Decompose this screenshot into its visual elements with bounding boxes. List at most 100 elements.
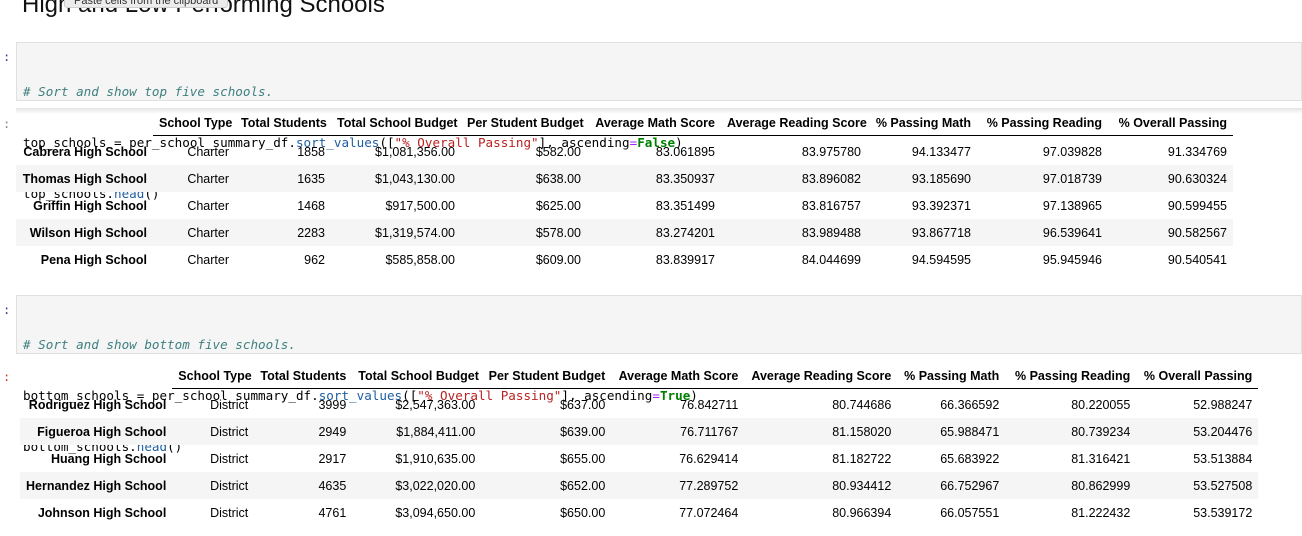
table-row: Griffin High School Charter 1468 $917,500.0… bbox=[16, 192, 1233, 219]
table-row: Figueroa High School District 2949 $1,884,4… bbox=[20, 418, 1259, 445]
table-cell: 83.350937 bbox=[655, 171, 715, 186]
table-cell: Charter bbox=[187, 144, 229, 159]
row-index-label: Figueroa High School bbox=[37, 424, 167, 439]
table-cell: $1,319,574.00 bbox=[375, 225, 455, 240]
table-cell: 94.133477 bbox=[911, 144, 971, 159]
table-cell: 95.945946 bbox=[1042, 252, 1102, 267]
table-cell: 93.185690 bbox=[911, 171, 971, 186]
table-cell: Charter bbox=[187, 252, 229, 267]
table-cell: $637.00 bbox=[560, 397, 606, 412]
table-cell: 83.351499 bbox=[655, 198, 715, 213]
table-cell: 76.842711 bbox=[680, 397, 739, 412]
column-header: Average Reading Score bbox=[744, 364, 898, 389]
table-cell: 91.334769 bbox=[1167, 144, 1227, 159]
table-cell: 76.711767 bbox=[680, 424, 739, 439]
table-cell: 76.629414 bbox=[679, 451, 739, 466]
code-comment: # Sort and show bottom five schools. bbox=[23, 337, 296, 352]
table-cell: Charter bbox=[187, 198, 229, 213]
table-cell: 97.039828 bbox=[1042, 144, 1102, 159]
input-prompt: : bbox=[3, 303, 11, 317]
column-header: % Overall Passing bbox=[1136, 364, 1259, 389]
table-cell: 66.366592 bbox=[940, 397, 1000, 412]
table-cell: 97.138965 bbox=[1042, 198, 1102, 213]
table-cell: 93.867718 bbox=[911, 225, 971, 240]
table-cell: $578.00 bbox=[535, 225, 581, 240]
table-cell: 81.182722 bbox=[832, 451, 892, 466]
table-cell: 90.540541 bbox=[1167, 252, 1227, 267]
input-prompt: : bbox=[3, 50, 11, 64]
code-cell-top[interactable]: # Sort and show top five schools. top_sc… bbox=[16, 42, 1302, 201]
row-index-label: Johnson High School bbox=[37, 505, 167, 520]
table-cell: District bbox=[210, 505, 249, 520]
table-row: Cabrera High School Charter 1858 $1,081,356… bbox=[16, 138, 1233, 165]
table-cell: 53.527508 bbox=[1193, 478, 1253, 493]
column-header: Total School Budget bbox=[352, 364, 482, 389]
code-cell-bottom[interactable]: # Sort and show bottom five schools. bot… bbox=[16, 295, 1302, 454]
table-cell: 2917 bbox=[318, 451, 347, 466]
table-cell: 84.044699 bbox=[801, 252, 861, 267]
table-cell: Charter bbox=[187, 171, 229, 186]
table-cell: 81.222432 bbox=[1071, 505, 1131, 520]
table-cell: 65.988471 bbox=[940, 424, 1000, 439]
table-cell: $639.00 bbox=[560, 424, 606, 439]
table-cell: District bbox=[210, 424, 249, 439]
row-index-label: Wilson High School bbox=[29, 225, 147, 240]
table-cell: $585,858.00 bbox=[385, 252, 455, 267]
table-cell: District bbox=[210, 397, 249, 412]
table-row: Thomas High School Charter 1635 $1,043,130.… bbox=[16, 165, 1233, 192]
table-row: Wilson High School Charter 2283 $1,319,574.… bbox=[16, 219, 1233, 246]
row-index-label: Griffin High School bbox=[33, 198, 147, 213]
output-prompt: : bbox=[3, 117, 11, 131]
table-cell: District bbox=[210, 478, 249, 493]
table-cell: 962 bbox=[304, 252, 325, 267]
table-cell: 93.392371 bbox=[911, 198, 971, 213]
row-index-label: Rodriguez High School bbox=[28, 397, 167, 412]
table-cell: 65.683922 bbox=[940, 451, 1000, 466]
table-cell: 80.966394 bbox=[832, 505, 892, 520]
column-header: Total Students bbox=[254, 364, 353, 389]
table-cell: $655.00 bbox=[560, 451, 606, 466]
row-index-label: Huang High School bbox=[51, 451, 167, 466]
table-cell: 66.057551 bbox=[940, 505, 1000, 520]
output-prompt: : bbox=[3, 370, 11, 384]
table-cell: 1468 bbox=[297, 198, 325, 213]
table-cell: $3,022,020.00 bbox=[395, 478, 476, 493]
table-cell: 53.513884 bbox=[1193, 451, 1253, 466]
column-header: % Passing Reading bbox=[977, 111, 1108, 136]
table-row: Rodriguez High School District 3999 $2,547,… bbox=[20, 391, 1258, 418]
index-header bbox=[16, 111, 153, 135]
table-cell: 90.599455 bbox=[1167, 198, 1227, 213]
table-cell: 3999 bbox=[318, 397, 347, 412]
table-cell: 66.752967 bbox=[940, 478, 1000, 493]
table-cell: 80.744686 bbox=[832, 397, 892, 412]
top-schools-table: School Type Total Students Total School Bu… bbox=[16, 111, 1233, 273]
row-index-label: Thomas High School bbox=[22, 171, 147, 186]
column-header: Average Math Score bbox=[587, 111, 721, 136]
table-cell: 80.739234 bbox=[1071, 424, 1131, 439]
table-cell: $650.00 bbox=[560, 505, 606, 520]
table-cell: $1,910,635.00 bbox=[395, 451, 476, 466]
table-cell: Charter bbox=[187, 225, 229, 240]
column-header: % Passing Math bbox=[867, 111, 977, 136]
table-cell: $1,043,130.00 bbox=[375, 171, 455, 186]
table-cell: $582.00 bbox=[535, 144, 581, 159]
table-cell: 81.316421 bbox=[1071, 451, 1131, 466]
table-cell: 53.539172 bbox=[1193, 505, 1253, 520]
table-cell: 77.289752 bbox=[679, 478, 739, 493]
table-cell: 83.989488 bbox=[801, 225, 861, 240]
table-cell: 52.988247 bbox=[1193, 397, 1253, 412]
table-cell: $652.00 bbox=[560, 478, 606, 493]
table-row: Johnson High School District 4761 $3,094,65… bbox=[20, 499, 1258, 526]
table-cell: 83.061895 bbox=[655, 144, 715, 159]
column-header: School Type bbox=[153, 111, 235, 136]
table-row: Huang High School District 2917 $1,910,635.… bbox=[20, 445, 1258, 472]
table-cell: 4761 bbox=[318, 505, 347, 520]
table-cell: $625.00 bbox=[535, 198, 581, 213]
bottom-schools-table: School Type Total Students Total School Bu… bbox=[20, 364, 1259, 526]
row-index-label: Hernandez High School bbox=[26, 478, 167, 493]
column-header: Per Student Budget bbox=[481, 364, 612, 389]
table-cell: 77.072464 bbox=[679, 505, 739, 520]
table-cell: $917,500.00 bbox=[385, 198, 455, 213]
table-cell: 83.975780 bbox=[801, 144, 861, 159]
paste-tooltip: Paste cells from the clipboard bbox=[64, 0, 229, 8]
